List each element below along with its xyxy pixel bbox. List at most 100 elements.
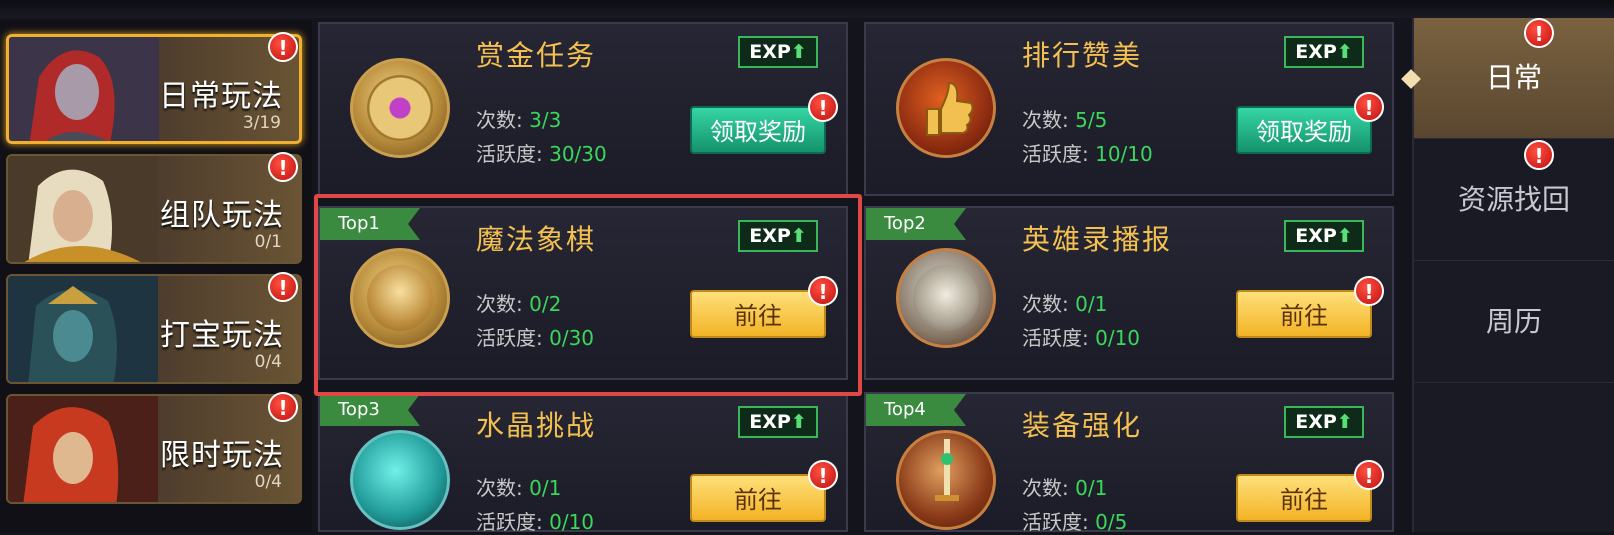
exp-arrow-icon: ⬆	[790, 411, 807, 433]
alert-icon: !	[268, 272, 298, 302]
times-stat: 次数: 0/1	[1022, 472, 1107, 501]
go-button[interactable]: 前往	[1236, 290, 1372, 338]
activity-value: 0/10	[549, 510, 595, 534]
exp-arrow-icon: ⬆	[1336, 41, 1353, 63]
activity-stat: 活跃度: 30/30	[476, 138, 607, 167]
claim-reward-button[interactable]: 领取奖励	[690, 106, 826, 154]
alert-icon: !	[1354, 92, 1384, 122]
alert-icon: !	[808, 460, 838, 490]
times-stat: 次数: 3/3	[476, 104, 561, 133]
category-name: 组队玩法	[160, 198, 284, 233]
rank-ribbon: Top2	[866, 208, 966, 240]
activity-value: 10/10	[1095, 142, 1153, 166]
category-treasure[interactable]: 打宝玩法 0/4	[6, 274, 302, 384]
category-name: 打宝玩法	[160, 318, 284, 353]
thumbs-up-icon	[896, 58, 996, 158]
claim-reward-button[interactable]: 领取奖励	[1236, 106, 1372, 154]
times-stat: 次数: 5/5	[1022, 104, 1107, 133]
card-title: 水晶挑战	[476, 409, 597, 442]
times-value: 0/1	[529, 476, 562, 500]
activity-value: 30/30	[549, 142, 607, 166]
exp-label: EXP	[1295, 225, 1337, 247]
exp-badge: EXP⬆	[1284, 36, 1364, 68]
hero-mask-icon	[896, 248, 996, 348]
exp-badge: EXP⬆	[738, 406, 818, 438]
tab-calendar[interactable]: 周历	[1414, 262, 1614, 383]
category-count: 0/1	[254, 232, 282, 252]
team-portrait-image	[8, 156, 158, 262]
exp-label: EXP	[1295, 41, 1337, 63]
alert-icon: !	[1524, 18, 1554, 48]
highlight-frame	[314, 194, 862, 396]
card-title: 英雄录播报	[1022, 223, 1173, 256]
alert-icon: !	[268, 392, 298, 422]
treasure-portrait-image	[8, 276, 158, 382]
category-count: 0/4	[254, 352, 282, 372]
activity-card-ranking: 排行赞美 EXP⬆ 次数: 5/5 活跃度: 10/10 领取奖励	[864, 22, 1394, 196]
times-stat: 次数: 0/1	[476, 472, 561, 501]
thumb-glyph	[926, 81, 974, 136]
activity-label: 活跃度:	[1022, 510, 1089, 534]
times-label: 次数:	[1022, 108, 1069, 132]
crystal-icon	[350, 430, 450, 530]
exp-badge: EXP⬆	[1284, 406, 1364, 438]
alert-icon: !	[1524, 140, 1554, 170]
activity-stat: 活跃度: 0/5	[1022, 506, 1127, 535]
go-button[interactable]: 前往	[1236, 474, 1372, 522]
activity-stat: 活跃度: 0/10	[476, 506, 594, 535]
alert-icon: !	[268, 152, 298, 182]
activity-label: 活跃度:	[476, 142, 543, 166]
exp-arrow-icon: ⬆	[1336, 225, 1353, 247]
activity-stat: 活跃度: 10/10	[1022, 138, 1153, 167]
times-label: 次数:	[1022, 476, 1069, 500]
activity-label: 活跃度:	[476, 510, 543, 534]
exp-arrow-icon: ⬆	[1336, 411, 1353, 433]
category-daily[interactable]: 日常玩法 3/19	[6, 34, 302, 144]
times-value: 5/5	[1075, 108, 1108, 132]
category-count: 3/19	[242, 113, 281, 133]
right-tab-panel: 日常 资源找回 周历	[1412, 18, 1614, 532]
exp-label: EXP	[749, 411, 791, 433]
times-label: 次数:	[1022, 292, 1069, 316]
exp-label: EXP	[1295, 411, 1337, 433]
card-title: 排行赞美	[1022, 39, 1143, 72]
category-team[interactable]: 组队玩法 0/1	[6, 154, 302, 264]
activity-card-hero-broadcast: Top2 英雄录播报 EXP⬆ 次数: 0/1 活跃度: 0/10 前往	[864, 206, 1394, 380]
activity-label: 活跃度:	[1022, 326, 1089, 350]
times-value: 0/1	[1075, 292, 1108, 316]
times-stat: 次数: 0/1	[1022, 288, 1107, 317]
rank-ribbon: Top3	[320, 394, 420, 426]
exp-badge: EXP⬆	[738, 36, 818, 68]
alert-icon: !	[1354, 460, 1384, 490]
alert-icon: !	[1354, 276, 1384, 306]
times-value: 3/3	[529, 108, 562, 132]
exp-label: EXP	[749, 41, 791, 63]
sword-glyph	[935, 439, 959, 501]
exp-arrow-icon: ⬆	[790, 41, 807, 63]
daily-portrait-image	[9, 37, 159, 141]
rank-ribbon: Top4	[866, 394, 966, 426]
go-button[interactable]: 前往	[690, 474, 826, 522]
category-name: 限时玩法	[160, 438, 284, 473]
activity-value: 0/10	[1095, 326, 1141, 350]
category-limited[interactable]: 限时玩法 0/4	[6, 394, 302, 504]
sword-emblem-icon	[896, 430, 996, 530]
category-count: 0/4	[254, 472, 282, 492]
times-value: 0/1	[1075, 476, 1108, 500]
activity-card-crystal: Top3 水晶挑战 EXP⬆ 次数: 0/1 活跃度: 0/10 前往	[318, 392, 848, 535]
category-name: 日常玩法	[159, 79, 283, 114]
card-title: 装备强化	[1022, 409, 1143, 442]
alert-icon: !	[268, 32, 298, 62]
bounty-medal-icon	[350, 58, 450, 158]
activity-card-bounty: 赏金任务 EXP⬆ 次数: 3/3 活跃度: 30/30 领取奖励	[318, 22, 848, 196]
activity-card-equip-enhance: Top4 装备强化 EXP⬆ 次数: 0/1 活跃度: 0/5 前往	[864, 392, 1394, 535]
tab-daily[interactable]: 日常	[1414, 18, 1614, 139]
top-bar	[0, 0, 1614, 18]
alert-icon: !	[808, 92, 838, 122]
activity-value: 0/5	[1095, 510, 1128, 534]
activity-label: 活跃度:	[1022, 142, 1089, 166]
times-label: 次数:	[476, 108, 523, 132]
exp-badge: EXP⬆	[1284, 220, 1364, 252]
tab-resource-recovery[interactable]: 资源找回	[1414, 140, 1614, 261]
limited-portrait-image	[8, 396, 158, 502]
